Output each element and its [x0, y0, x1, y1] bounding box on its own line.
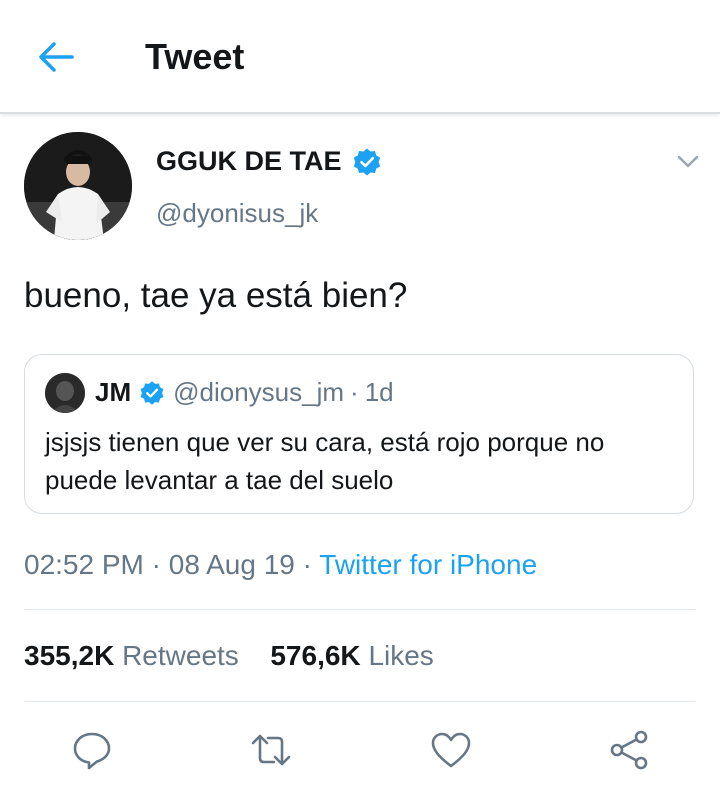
- arrow-left-icon[interactable]: [34, 38, 76, 76]
- top-bar: Tweet: [0, 0, 720, 114]
- engagement-stats: 355,2K Retweets 576,6K Likes: [24, 640, 434, 672]
- tweet-date: 08 Aug 19: [168, 549, 295, 580]
- separator-dot: ·: [302, 549, 312, 580]
- retweet-icon[interactable]: [249, 728, 293, 772]
- verified-badge-icon: [353, 148, 380, 175]
- likes-stat[interactable]: 576,6K Likes: [270, 640, 433, 671]
- divider: [24, 609, 696, 610]
- retweets-stat[interactable]: 355,2K Retweets: [24, 640, 239, 671]
- tweet-source-link[interactable]: Twitter for iPhone: [319, 549, 537, 580]
- author-name[interactable]: GGUK DE TAE: [156, 146, 342, 177]
- quoted-header: JM @dionysus_jm · 1d: [95, 377, 394, 408]
- separator-dot: ·: [151, 549, 161, 580]
- avatar-photo: [24, 132, 132, 240]
- share-icon[interactable]: [608, 728, 652, 772]
- quoted-tweet-card[interactable]: JM @dionysus_jm · 1d jsjsjs tienen que v…: [24, 354, 694, 514]
- like-icon[interactable]: [429, 728, 473, 772]
- tweet-metadata: 02:52 PM · 08 Aug 19 · Twitter for iPhon…: [24, 549, 537, 581]
- separator-dot: ·: [350, 377, 359, 407]
- verified-badge-icon: [140, 380, 164, 405]
- quoted-timestamp: 1d: [364, 377, 394, 407]
- chevron-down-icon[interactable]: [676, 154, 700, 170]
- tweet-text: bueno, tae ya está bien?: [24, 276, 408, 315]
- likes-count: 576,6K: [270, 640, 361, 671]
- likes-label: Likes: [368, 640, 434, 671]
- quoted-author-avatar: [45, 373, 85, 413]
- retweets-label: Retweets: [122, 640, 239, 671]
- author-handle[interactable]: @dyonisus_jk: [156, 198, 318, 229]
- divider: [24, 701, 696, 702]
- retweets-count: 355,2K: [24, 640, 115, 671]
- quoted-author-name: JM: [95, 377, 132, 407]
- quoted-author-handle: @dionysus_jm: [173, 377, 345, 407]
- reply-icon[interactable]: [70, 728, 114, 772]
- quoted-avatar-photo: [45, 373, 85, 413]
- action-bar: [0, 728, 720, 772]
- tweet-time: 02:52 PM: [24, 549, 144, 580]
- author-name-row[interactable]: GGUK DE TAE: [156, 146, 382, 177]
- quoted-tweet-text: jsjsjs tienen que ver su cara, está rojo…: [45, 427, 605, 495]
- author-avatar[interactable]: [24, 132, 132, 240]
- page-title: Tweet: [145, 36, 245, 77]
